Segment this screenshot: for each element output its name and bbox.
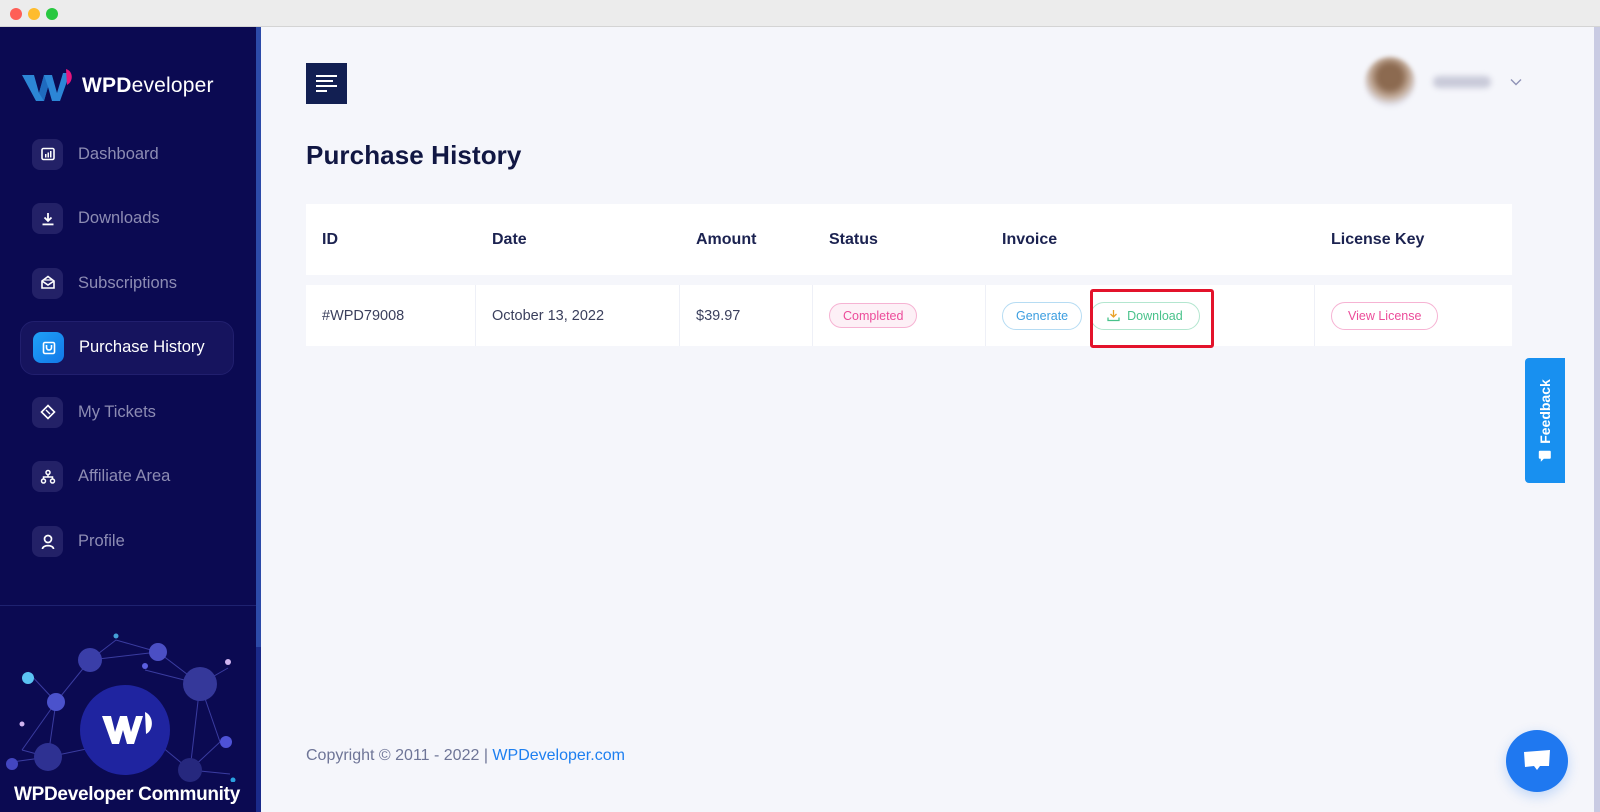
status-cell: Completed <box>813 285 986 346</box>
close-window-button[interactable] <box>10 8 22 20</box>
sidebar-item-subscriptions[interactable]: Subscriptions <box>20 256 234 310</box>
brand-name-bold: WPD <box>82 74 132 97</box>
order-id: #WPD79008 <box>306 285 476 346</box>
sidebar-item-my-tickets[interactable]: My Tickets <box>20 385 234 439</box>
brand-name-rest: eveloper <box>131 74 214 97</box>
speech-bubble-icon <box>1539 450 1551 462</box>
page-scrollbar[interactable] <box>1563 27 1600 812</box>
table-header: ID Date Amount Status Invoice License Ke… <box>306 204 1512 275</box>
order-date: October 13, 2022 <box>476 285 680 346</box>
sidebar-item-downloads[interactable]: Downloads <box>20 192 234 246</box>
invoice-cell: Generate Download <box>986 285 1315 346</box>
main-content: Ahmed Purchase History ID Date Amount St… <box>261 27 1563 812</box>
feedback-label: Feedback <box>1537 378 1553 444</box>
column-header-amount: Amount <box>696 230 757 248</box>
user-name[interactable]: Ahmed <box>1433 76 1491 88</box>
sidebar-item-label: Purchase History <box>79 338 205 357</box>
sidebar-item-label: Subscriptions <box>78 273 178 292</box>
sidebar-nav: Dashboard Downloads Subscriptions Purcha… <box>20 127 234 579</box>
ticket-icon <box>32 396 63 428</box>
column-header-license-key: License Key <box>1331 230 1425 248</box>
menu-line <box>316 90 327 92</box>
license-cell: View License <box>1315 285 1512 346</box>
status-badge: Completed <box>829 303 918 328</box>
column-header-date: Date <box>492 230 527 248</box>
download-invoice-button[interactable]: Download <box>1090 301 1200 330</box>
sidebar-item-label: Affiliate Area <box>78 467 171 486</box>
generate-invoice-button[interactable]: Generate <box>1002 301 1083 330</box>
community-title: WPDeveloper Community <box>14 784 240 805</box>
sidebar-item-affiliate-area[interactable]: Affiliate Area <box>20 450 234 504</box>
sidebar: WPDeveloper Dashboard Downloads Subscrip… <box>0 27 261 812</box>
sidebar-item-purchase-history[interactable]: Purchase History <box>20 320 234 375</box>
footer: Copyright © 2011 - 2022 | WPDeveloper.co… <box>306 747 625 765</box>
brand-logo[interactable]: WPDeveloper <box>20 67 214 105</box>
maximize-window-button[interactable] <box>46 8 58 20</box>
window-titlebar <box>0 0 1600 27</box>
feedback-tab[interactable]: Feedback <box>1525 358 1565 483</box>
sidebar-item-dashboard[interactable]: Dashboard <box>20 127 234 181</box>
column-header-id: ID <box>322 230 338 248</box>
sidebar-item-label: Downloads <box>78 209 160 228</box>
table-row: #WPD79008 October 13, 2022 $39.97 Comple… <box>306 285 1512 346</box>
view-license-button[interactable]: View License <box>1331 301 1439 330</box>
copyright-text: Copyright © 2011 - 2022 | <box>306 747 493 764</box>
shopping-bag-icon <box>33 332 64 364</box>
purchase-history-table: ID Date Amount Status Invoice License Ke… <box>306 204 1512 346</box>
sidebar-item-label: Dashboard <box>78 144 159 163</box>
minimize-window-button[interactable] <box>28 8 40 20</box>
sidebar-divider <box>0 605 256 606</box>
menu-line <box>316 80 333 82</box>
menu-line <box>316 85 337 87</box>
brand-name: WPDeveloper <box>82 74 214 98</box>
order-amount: $39.97 <box>680 285 813 346</box>
network-icon <box>32 461 63 493</box>
column-header-invoice: Invoice <box>1002 230 1058 248</box>
menu-lines-icon <box>316 75 337 77</box>
envelope-open-icon <box>32 267 63 299</box>
user-icon <box>32 526 63 558</box>
download-icon <box>1107 310 1120 322</box>
chart-icon <box>32 138 63 170</box>
wpdeveloper-logo-icon <box>22 69 72 101</box>
chat-launcher-button[interactable] <box>1506 730 1568 792</box>
chevron-down-icon[interactable] <box>1509 75 1523 89</box>
sidebar-item-label: My Tickets <box>78 402 156 421</box>
sidebar-item-label: Profile <box>78 532 125 551</box>
page-scrollbar-track[interactable] <box>1594 27 1600 812</box>
page-title: Purchase History <box>306 140 522 170</box>
sidebar-item-profile[interactable]: Profile <box>20 515 234 569</box>
footer-link[interactable]: WPDeveloper.com <box>492 747 625 764</box>
avatar[interactable] <box>1365 57 1415 107</box>
column-header-status: Status <box>829 230 878 248</box>
menu-toggle-button[interactable] <box>306 63 347 104</box>
chat-bubble-icon <box>1524 750 1550 770</box>
community-network-illustration <box>6 633 236 783</box>
download-invoice-label: Download <box>1127 308 1183 323</box>
user-menu[interactable]: Ahmed <box>1365 57 1523 107</box>
community-banner[interactable]: WPDeveloper Community <box>0 612 256 812</box>
download-icon <box>32 203 63 235</box>
